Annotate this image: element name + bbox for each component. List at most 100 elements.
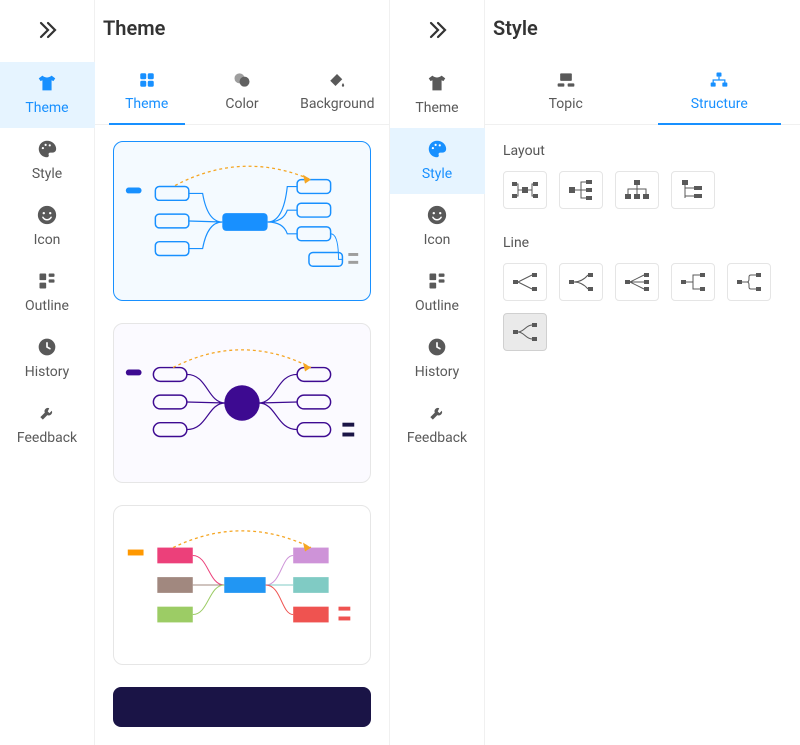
- rail-item-label: History: [415, 364, 460, 380]
- wrench-icon: [36, 402, 58, 424]
- theme-preview-icon: [114, 142, 370, 300]
- grid-icon: [137, 70, 157, 90]
- rail-item-outline[interactable]: Outline: [390, 260, 485, 326]
- collapse-left-button[interactable]: [25, 8, 69, 52]
- layout-option-tree-right[interactable]: [671, 171, 715, 209]
- line-style-icon: [510, 320, 540, 344]
- rail-item-style[interactable]: Style: [0, 128, 95, 194]
- rail-item-theme[interactable]: Theme: [0, 62, 95, 128]
- tab-background[interactable]: Background: [290, 56, 385, 124]
- style-panel: Theme Style Icon Outline History: [390, 0, 800, 745]
- layout-option-org[interactable]: [615, 171, 659, 209]
- line-option-5[interactable]: [727, 263, 771, 301]
- rail-item-style[interactable]: Style: [390, 128, 485, 194]
- line-style-icon: [566, 270, 596, 294]
- layout-option-right[interactable]: [559, 171, 603, 209]
- layout-both-icon: [510, 178, 540, 202]
- tab-color[interactable]: Color: [194, 56, 289, 124]
- line-style-icon: [734, 270, 764, 294]
- rail-item-label: Feedback: [407, 430, 467, 446]
- tab-theme[interactable]: Theme: [99, 56, 194, 124]
- line-style-icon: [510, 270, 540, 294]
- collapse-right-button[interactable]: [415, 8, 459, 52]
- tshirt-icon: [426, 72, 448, 94]
- theme-card-blue[interactable]: [113, 141, 371, 301]
- rail-item-history[interactable]: History: [0, 326, 95, 392]
- wrench-icon: [426, 402, 448, 424]
- line-option-2[interactable]: [559, 263, 603, 301]
- section-title: Layout: [503, 143, 782, 159]
- rail-item-label: Theme: [415, 100, 458, 116]
- line-option-6[interactable]: [503, 313, 547, 351]
- smile-icon: [36, 204, 58, 226]
- tab-label: Theme: [125, 96, 168, 112]
- style-tabs: Topic Structure: [485, 56, 800, 125]
- chevrons-right-icon: [35, 18, 59, 42]
- rail-item-theme[interactable]: Theme: [390, 62, 485, 128]
- theme-cards-list: [95, 125, 389, 745]
- theme-card-colorful[interactable]: [113, 505, 371, 665]
- tab-label: Color: [225, 96, 258, 112]
- palette-icon: [426, 138, 448, 160]
- layout-option-both[interactable]: [503, 171, 547, 209]
- overlap-circles-icon: [232, 70, 252, 90]
- theme-preview-icon: [114, 506, 370, 664]
- line-option-1[interactable]: [503, 263, 547, 301]
- rail-item-icon[interactable]: Icon: [0, 194, 95, 260]
- rail-item-label: Style: [422, 166, 452, 182]
- theme-card-purple[interactable]: [113, 323, 371, 483]
- section-title: Line: [503, 235, 782, 251]
- layout-options: [503, 171, 782, 209]
- rail-item-outline[interactable]: Outline: [0, 260, 95, 326]
- style-content-header: Style: [485, 0, 800, 56]
- clock-icon: [426, 336, 448, 358]
- outline-icon: [36, 270, 58, 292]
- right-rail: Theme Style Icon Outline History: [390, 0, 485, 745]
- rail-item-label: Outline: [25, 298, 69, 314]
- palette-icon: [36, 138, 58, 160]
- tab-label: Structure: [691, 96, 748, 112]
- line-option-3[interactable]: [615, 263, 659, 301]
- structure-icon: [709, 70, 729, 90]
- panel-title: Style: [493, 16, 538, 40]
- line-options: [503, 263, 782, 351]
- tab-label: Background: [300, 96, 374, 112]
- theme-panel: Theme Style Icon Outline History: [0, 0, 390, 745]
- rail-item-history[interactable]: History: [390, 326, 485, 392]
- line-style-icon: [622, 270, 652, 294]
- smile-icon: [426, 204, 448, 226]
- chevrons-right-icon: [425, 18, 449, 42]
- line-style-icon: [678, 270, 708, 294]
- panel-title: Theme: [103, 16, 165, 40]
- rail-item-label: Icon: [34, 232, 61, 248]
- tab-topic[interactable]: Topic: [489, 56, 643, 124]
- line-option-4[interactable]: [671, 263, 715, 301]
- line-section: Line: [485, 217, 800, 359]
- theme-content: Theme Theme Color Background: [95, 0, 389, 745]
- layout-tree-icon: [678, 178, 708, 202]
- rail-item-icon[interactable]: Icon: [390, 194, 485, 260]
- outline-icon: [426, 270, 448, 292]
- theme-content-header: Theme: [95, 0, 389, 56]
- tab-label: Topic: [549, 96, 583, 112]
- layout-section: Layout: [485, 125, 800, 217]
- theme-tabs: Theme Color Background: [95, 56, 389, 125]
- rail-item-label: Style: [32, 166, 62, 182]
- rail-item-feedback[interactable]: Feedback: [0, 392, 95, 458]
- rail-item-feedback[interactable]: Feedback: [390, 392, 485, 458]
- topic-icon: [556, 70, 576, 90]
- paint-bucket-icon: [327, 70, 347, 90]
- theme-card-dark[interactable]: [113, 687, 371, 727]
- theme-preview-icon: [114, 324, 370, 482]
- style-content: Style Topic Structure Layout: [485, 0, 800, 745]
- rail-item-label: Feedback: [17, 430, 77, 446]
- tshirt-icon: [36, 72, 58, 94]
- rail-item-label: Outline: [415, 298, 459, 314]
- rail-item-label: History: [25, 364, 70, 380]
- layout-org-icon: [622, 178, 652, 202]
- layout-right-icon: [566, 178, 596, 202]
- rail-item-label: Icon: [424, 232, 451, 248]
- tab-structure[interactable]: Structure: [643, 56, 797, 124]
- rail-item-label: Theme: [25, 100, 68, 116]
- left-rail: Theme Style Icon Outline History: [0, 0, 95, 745]
